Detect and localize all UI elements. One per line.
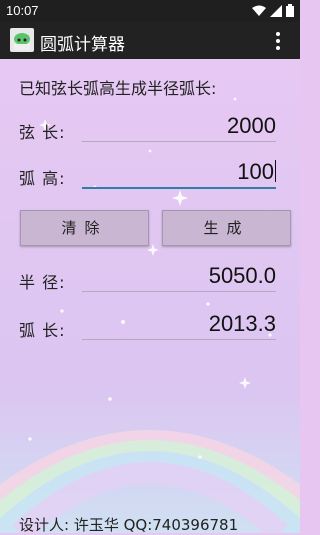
height-input-value: 100: [237, 159, 274, 184]
overflow-menu-icon[interactable]: [275, 31, 281, 51]
clear-button[interactable]: 清除: [20, 210, 149, 246]
arc-length-label: 弧 长:: [19, 321, 66, 340]
radius-output[interactable]: 5050.0: [82, 261, 276, 292]
app-bar: 圆弧计算器: [0, 22, 300, 59]
status-icons: [252, 4, 294, 17]
arc-length-output[interactable]: 2013.3: [82, 309, 276, 340]
status-time: 10:07: [6, 3, 39, 18]
generate-button[interactable]: 生成: [162, 210, 291, 246]
designer-credit: 设计人: 许玉华 QQ:740396781: [19, 516, 239, 534]
app-title: 圆弧计算器: [40, 35, 125, 55]
form-heading: 已知弦长弧高生成半径弧长:: [19, 79, 217, 98]
height-label: 弧 高:: [19, 169, 66, 188]
wifi-icon: [252, 5, 266, 16]
signal-icon: [270, 4, 282, 17]
calculator-form: 已知弦长弧高生成半径弧长: 弦 长: 2000 弧 高: 100 清除 生成 半…: [0, 59, 300, 534]
app-logo-icon: [10, 28, 34, 52]
chord-label: 弦 长:: [19, 123, 66, 142]
chord-input[interactable]: 2000: [82, 111, 276, 142]
radius-label: 半 径:: [19, 273, 66, 292]
status-bar: 10:07: [0, 0, 300, 22]
text-cursor: [275, 160, 276, 182]
height-input[interactable]: 100: [82, 157, 276, 189]
battery-icon: [286, 4, 294, 17]
